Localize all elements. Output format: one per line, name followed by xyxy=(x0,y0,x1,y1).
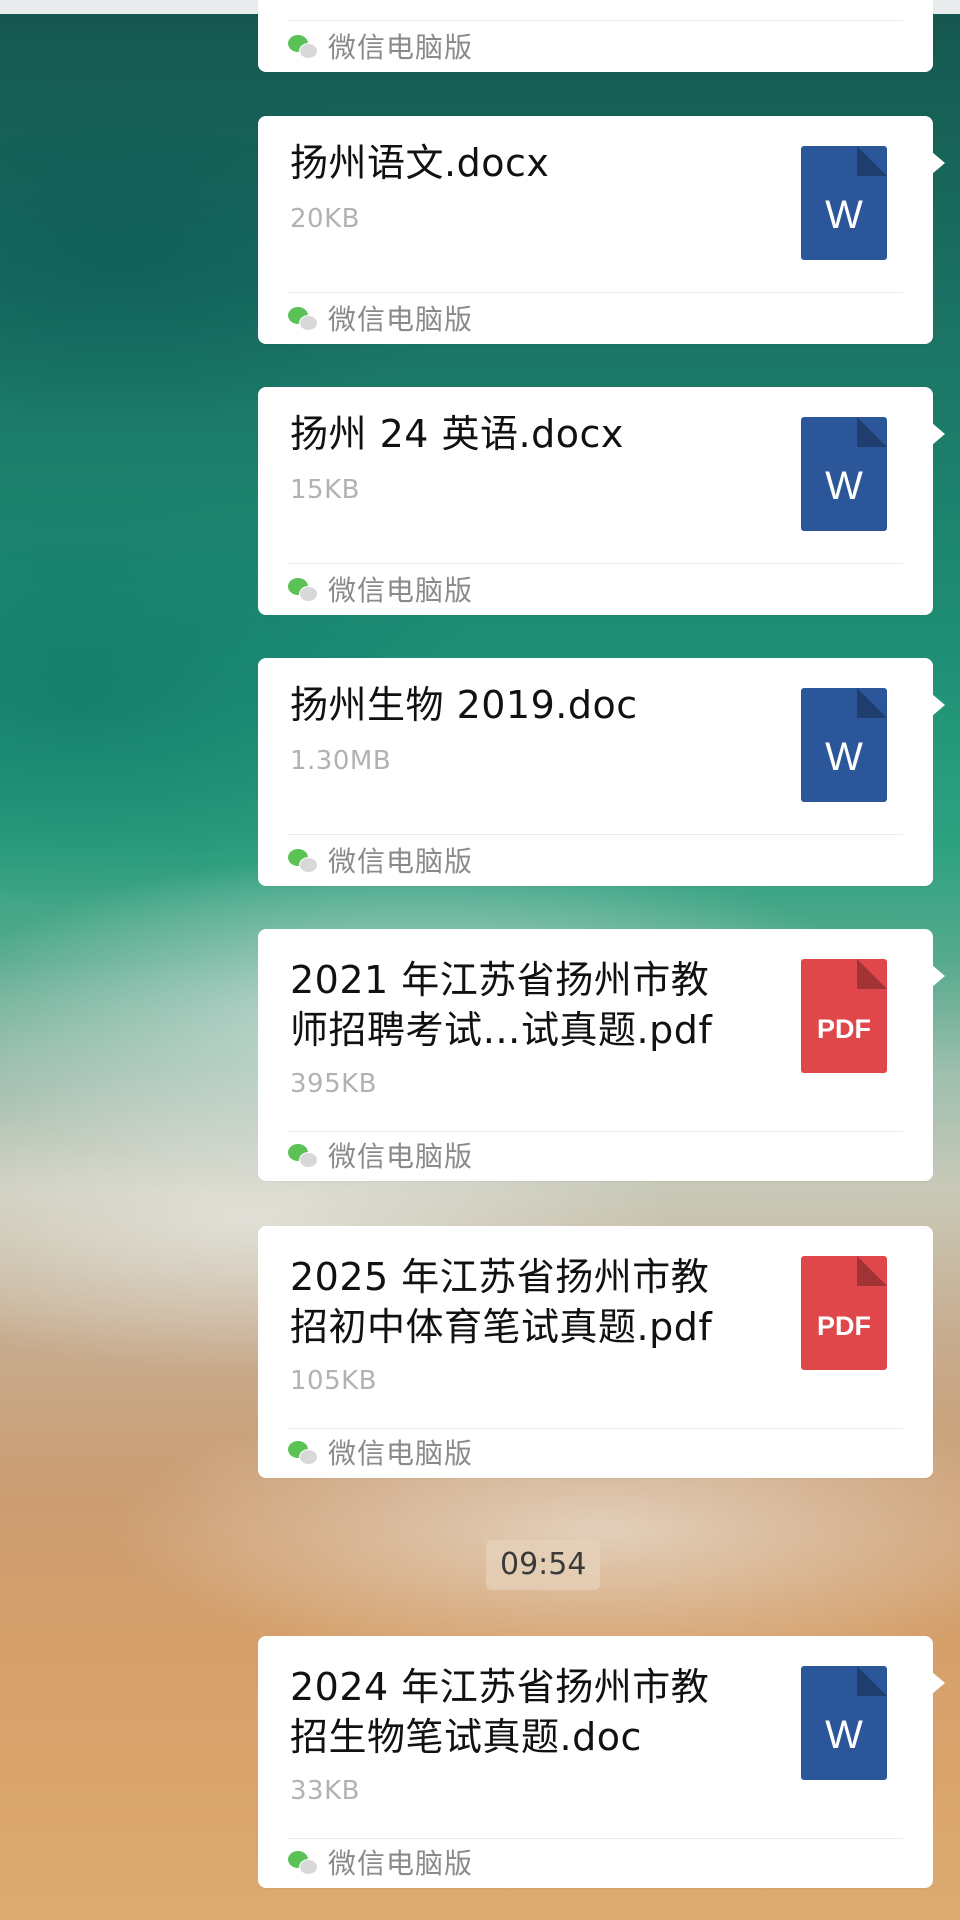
file-name-line: 2021 年江苏省扬州市教 xyxy=(290,958,710,1002)
word-file-icon: W xyxy=(801,688,887,802)
message-source: 微信电脑版 xyxy=(288,28,473,64)
message-source: 微信电脑版 xyxy=(288,300,473,336)
file-message[interactable]: 扬州生物 2019.doc 1.30MB W 微信电脑版 xyxy=(258,658,945,886)
file-size: 1.30MB xyxy=(290,746,392,776)
message-source: 微信电脑版 xyxy=(288,1844,473,1880)
bubble-divider xyxy=(288,20,903,21)
bubble-divider xyxy=(288,1838,903,1839)
bubble-divider xyxy=(288,563,903,564)
file-name-line: 2025 年江苏省扬州市教 xyxy=(290,1255,710,1299)
message-source: 微信电脑版 xyxy=(288,571,473,607)
file-name: 2024 年江苏省扬州市教 招生物笔试真题.doc xyxy=(290,1662,760,1762)
file-message[interactable]: 2025 年江苏省扬州市教 招初中体育笔试真题.pdf 105KB PDF 微信… xyxy=(258,1226,933,1478)
file-name: 2021 年江苏省扬州市教 师招聘考试…试真题.pdf xyxy=(290,955,760,1055)
file-message-partial[interactable]: 微信电脑版 xyxy=(258,0,933,72)
source-label: 微信电脑版 xyxy=(328,303,474,336)
source-label: 微信电脑版 xyxy=(328,1140,474,1173)
word-file-icon: W xyxy=(801,1666,887,1780)
source-label: 微信电脑版 xyxy=(328,1847,474,1880)
file-name: 扬州生物 2019.doc xyxy=(290,683,638,727)
bubble-tail xyxy=(932,152,945,174)
file-size: 33KB xyxy=(290,1776,360,1806)
wechat-icon xyxy=(288,847,318,873)
source-label: 微信电脑版 xyxy=(328,574,474,607)
file-message[interactable]: 扬州语文.docx 20KB W 微信电脑版 xyxy=(258,116,945,344)
source-label: 微信电脑版 xyxy=(328,31,474,64)
wechat-icon xyxy=(288,576,318,602)
source-label: 微信电脑版 xyxy=(328,845,474,878)
pdf-file-icon: PDF xyxy=(801,959,887,1073)
bubble-divider xyxy=(288,834,903,835)
file-message[interactable]: 扬州 24 英语.docx 15KB W 微信电脑版 xyxy=(258,387,945,615)
bubble-divider xyxy=(288,1428,903,1429)
file-name-line: 招生物笔试真题.doc xyxy=(290,1715,642,1759)
file-name-line: 招初中体育笔试真题.pdf xyxy=(290,1305,713,1349)
bubble-tail xyxy=(932,423,945,445)
file-name-line: 2024 年江苏省扬州市教 xyxy=(290,1665,710,1709)
file-size: 105KB xyxy=(290,1366,378,1396)
message-source: 微信电脑版 xyxy=(288,842,473,878)
chat-timestamp: 09:54 xyxy=(486,1540,601,1590)
file-name: 2025 年江苏省扬州市教 招初中体育笔试真题.pdf xyxy=(290,1252,760,1352)
bubble-tail xyxy=(932,1672,945,1694)
file-name: 扬州语文.docx xyxy=(290,141,550,185)
file-name: 扬州 24 英语.docx xyxy=(290,412,624,456)
file-message[interactable]: 2021 年江苏省扬州市教 师招聘考试…试真题.pdf 395KB PDF 微信… xyxy=(258,929,945,1181)
bubble-tail xyxy=(932,965,945,987)
source-label: 微信电脑版 xyxy=(328,1437,474,1470)
file-size: 395KB xyxy=(290,1069,378,1099)
bubble-tail xyxy=(932,694,945,716)
file-message[interactable]: 2024 年江苏省扬州市教 招生物笔试真题.doc 33KB W 微信电脑版 xyxy=(258,1636,945,1888)
word-file-icon: W xyxy=(801,417,887,531)
wechat-icon xyxy=(288,1439,318,1465)
wechat-icon xyxy=(288,1142,318,1168)
message-source: 微信电脑版 xyxy=(288,1434,473,1470)
pdf-file-icon: PDF xyxy=(801,1256,887,1370)
file-name-line: 师招聘考试…试真题.pdf xyxy=(290,1008,713,1052)
bubble-divider xyxy=(288,292,903,293)
wechat-icon xyxy=(288,305,318,331)
file-size: 15KB xyxy=(290,475,360,505)
message-source: 微信电脑版 xyxy=(288,1137,473,1173)
bubble-divider xyxy=(288,1131,903,1132)
file-size: 20KB xyxy=(290,204,360,234)
wechat-icon xyxy=(288,33,318,59)
word-file-icon: W xyxy=(801,146,887,260)
wechat-icon xyxy=(288,1849,318,1875)
